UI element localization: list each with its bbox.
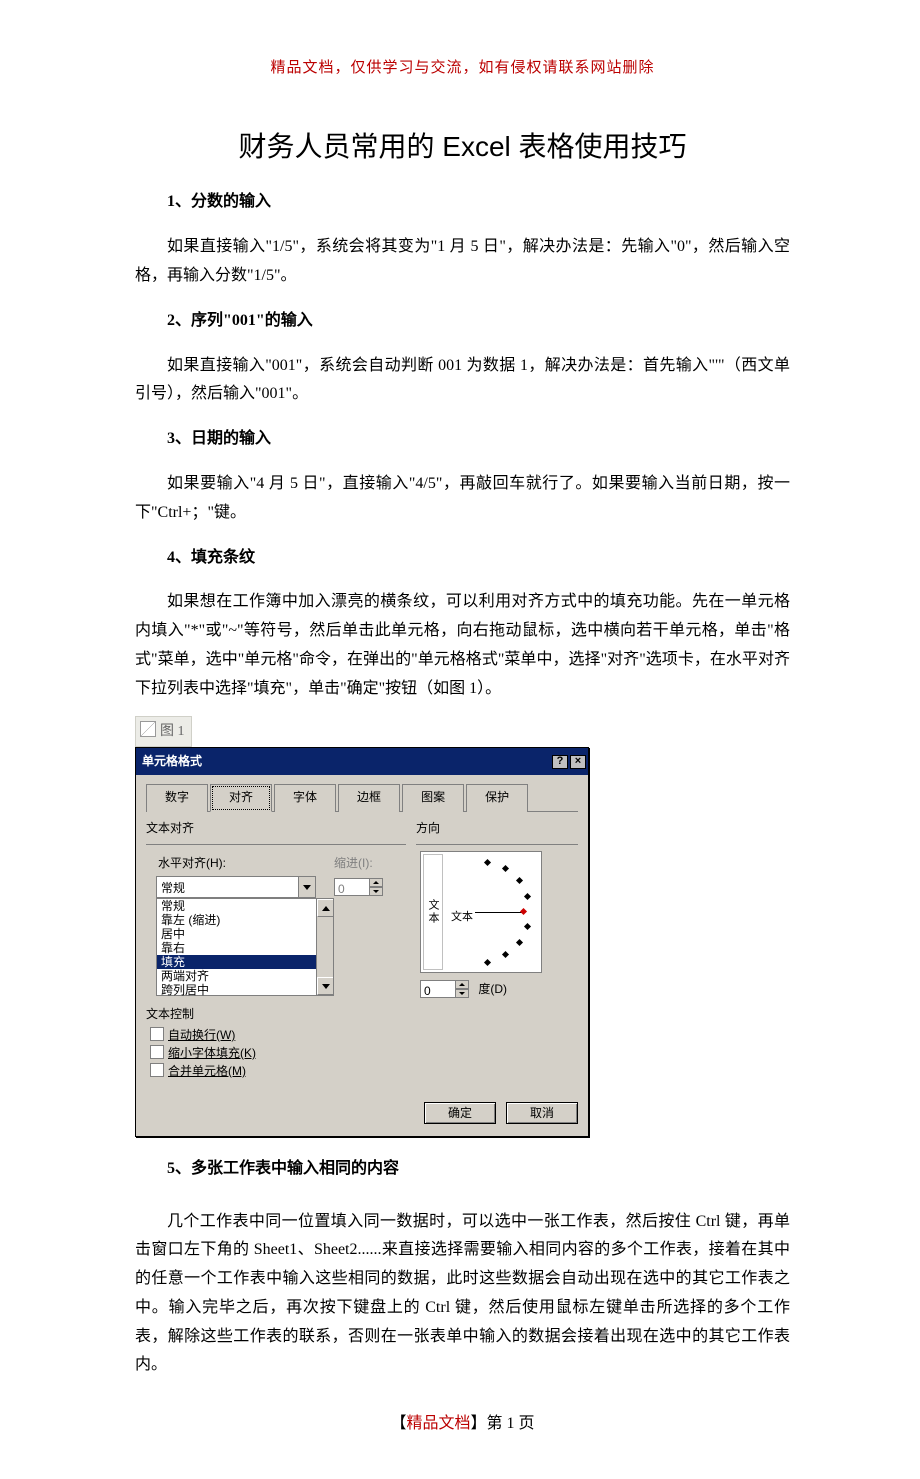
- footer-red: 精品文档: [406, 1415, 470, 1432]
- cancel-button[interactable]: 取消: [506, 1102, 578, 1124]
- list-item[interactable]: 靠右: [157, 941, 333, 955]
- list-item[interactable]: 两端对齐: [157, 969, 333, 983]
- ok-button[interactable]: 确定: [424, 1102, 496, 1124]
- horizontal-align-label: 水平对齐(H):: [158, 853, 334, 875]
- chevron-down-icon: [373, 890, 379, 893]
- cell-format-dialog: 单元格格式 ? × 数字 对齐 字体 边框 图案 保护 文本对齐: [135, 747, 589, 1137]
- section-3-heading: 3、日期的输入: [135, 425, 790, 454]
- figure-1: 图 1 单元格格式 ? × 数字 对齐 字体 边框 图案 保护: [135, 716, 790, 1137]
- top-note: 精品文档，仅供学习与交流，如有侵权请联系网站删除: [135, 55, 790, 82]
- tab-number[interactable]: 数字: [146, 784, 208, 812]
- degree-value[interactable]: 0: [420, 980, 455, 998]
- dialog-titlebar[interactable]: 单元格格式 ? ×: [136, 748, 588, 776]
- dialog-body: 数字 对齐 字体 边框 图案 保护 文本对齐 水平对齐(H):: [136, 775, 588, 1135]
- list-item[interactable]: 靠左 (缩进): [157, 913, 333, 927]
- checkbox-icon: [150, 1045, 164, 1059]
- section-1-body: 如果直接输入"1/5"，系统会将其变为"1 月 5 日"，解决办法是：先输入"0…: [135, 233, 790, 291]
- tab-strip: 数字 对齐 字体 边框 图案 保护: [146, 783, 578, 812]
- tab-pattern[interactable]: 图案: [402, 784, 464, 812]
- indent-spinner[interactable]: 0: [334, 878, 383, 896]
- section-3-body: 如果要输入"4 月 5 日"，直接输入"4/5"，再敲回车就行了。如果要输入当前…: [135, 470, 790, 528]
- section-1-heading: 1、分数的输入: [135, 188, 790, 217]
- chevron-up-icon: [459, 983, 465, 986]
- spin-up-button[interactable]: [455, 980, 469, 989]
- text-control-group-label: 文本控制: [146, 1004, 406, 1026]
- list-item[interactable]: 常规: [157, 899, 333, 913]
- horizontal-align-combo[interactable]: 常规: [156, 876, 316, 898]
- horizontal-align-value: 常规: [156, 876, 298, 898]
- spin-down-button[interactable]: [455, 989, 469, 998]
- section-2-heading: 2、序列"001"的输入: [135, 307, 790, 336]
- tab-font[interactable]: 字体: [274, 784, 336, 812]
- help-button[interactable]: ?: [552, 755, 568, 769]
- close-button[interactable]: ×: [570, 755, 586, 769]
- tab-align[interactable]: 对齐: [210, 784, 272, 812]
- orientation-text-label: 文本: [451, 908, 473, 928]
- degree-label: 度(D): [478, 982, 507, 996]
- spin-down-button[interactable]: [369, 887, 383, 896]
- checkbox-icon: [150, 1027, 164, 1041]
- tab-border[interactable]: 边框: [338, 784, 400, 812]
- shrink-checkbox[interactable]: 缩小字体填充(K): [150, 1044, 406, 1062]
- scroll-up-button[interactable]: [317, 899, 333, 917]
- section-2-body: 如果直接输入"001"，系统会自动判断 001 为数据 1，解决办法是：首先输入…: [135, 352, 790, 410]
- section-4-body: 如果想在工作簿中加入漂亮的横条纹，可以利用对齐方式中的填充功能。先在一单元格内填…: [135, 588, 790, 703]
- indent-label: 缩进(I):: [334, 853, 406, 875]
- checkbox-icon: [150, 1063, 164, 1077]
- combo-dropdown-button[interactable]: [298, 876, 316, 898]
- orientation-vertical-text[interactable]: 文本: [423, 854, 443, 970]
- text-align-group-label: 文本对齐: [146, 818, 406, 840]
- chevron-down-icon: [322, 984, 330, 989]
- section-5-body: 几个工作表中同一位置填入同一数据时，可以选中一张工作表，然后按住 Ctrl 键，…: [135, 1208, 790, 1381]
- wrap-checkbox[interactable]: 自动换行(W): [150, 1026, 406, 1044]
- figure-label: 图 1: [135, 716, 192, 747]
- spin-up-button[interactable]: [369, 878, 383, 887]
- section-5-heading: 5、多张工作表中输入相同的内容: [135, 1155, 790, 1184]
- tab-protect[interactable]: 保护: [466, 784, 528, 812]
- list-item[interactable]: 居中: [157, 927, 333, 941]
- list-item[interactable]: 跨列居中: [157, 983, 333, 997]
- list-item-selected[interactable]: 填充: [157, 955, 333, 969]
- chevron-down-icon: [459, 992, 465, 995]
- page: 精品文档，仅供学习与交流，如有侵权请联系网站删除 财务人员常用的 Excel 表…: [0, 0, 920, 1479]
- main-title: 财务人员常用的 Excel 表格使用技巧: [135, 122, 790, 172]
- degree-spinner[interactable]: 0: [420, 980, 469, 998]
- orientation-group-label: 方向: [416, 818, 578, 840]
- section-4-heading: 4、填充条纹: [135, 544, 790, 573]
- chevron-down-icon: [303, 885, 311, 890]
- orientation-handle[interactable]: [520, 907, 527, 914]
- scroll-down-button[interactable]: [317, 977, 333, 995]
- scrollbar[interactable]: [316, 899, 333, 995]
- orientation-dial[interactable]: 文本: [445, 854, 539, 970]
- page-number: 第 1 页: [487, 1415, 535, 1432]
- indent-value[interactable]: 0: [334, 878, 369, 896]
- orientation-line: [475, 912, 523, 913]
- dialog-title: 单元格格式: [142, 751, 202, 773]
- merge-checkbox[interactable]: 合并单元格(M): [150, 1062, 406, 1080]
- chevron-up-icon: [322, 906, 330, 911]
- chevron-up-icon: [373, 881, 379, 884]
- page-footer: 【精品文档】第 1 页: [135, 1410, 790, 1439]
- horizontal-align-list[interactable]: 常规 靠左 (缩进) 居中 靠右 填充 两端对齐 跨列居中: [156, 898, 334, 996]
- orientation-control[interactable]: 文本 文本: [420, 851, 542, 973]
